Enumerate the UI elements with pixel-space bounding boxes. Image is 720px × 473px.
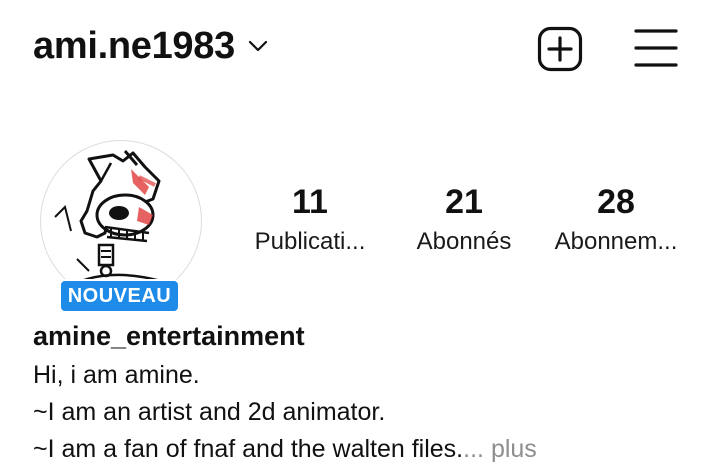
bio-more-link[interactable]: plus bbox=[491, 435, 537, 463]
bio-line-text: ~I am a fan of fnaf and the walten files… bbox=[33, 435, 464, 463]
bio-line: Hi, i am amine. bbox=[33, 361, 200, 389]
following-label: Abonnem... bbox=[554, 228, 678, 255]
followers-count: 21 bbox=[445, 183, 483, 221]
account-switcher[interactable]: ami.ne1983 bbox=[33, 22, 269, 70]
new-badge: NOUVEAU bbox=[59, 279, 180, 313]
posts-label: Publicati... bbox=[254, 228, 366, 255]
display-name: amine_entertainment bbox=[33, 321, 305, 351]
followers-label: Abonnés bbox=[416, 228, 512, 255]
profile-bio: Hi, i am amine. ~I am an artist and 2d a… bbox=[33, 357, 537, 468]
following-count: 28 bbox=[597, 183, 635, 221]
following-stat[interactable]: 28 Abonnem... bbox=[540, 180, 692, 258]
bio-line-last: ~I am a fan of fnaf and the walten files… bbox=[33, 431, 537, 468]
posts-stat[interactable]: 11 Publicati... bbox=[240, 180, 380, 258]
username: ami.ne1983 bbox=[33, 25, 235, 67]
followers-stat[interactable]: 21 Abonnés bbox=[400, 180, 528, 258]
bio-ellipsis: ... bbox=[463, 435, 484, 463]
create-post-button[interactable] bbox=[537, 26, 583, 72]
chevron-down-icon bbox=[247, 39, 269, 58]
hamburger-menu-icon bbox=[634, 29, 678, 67]
bio-line: ~I am an artist and 2d animator. bbox=[33, 398, 386, 426]
avatar-drawing bbox=[54, 150, 192, 298]
plus-square-icon bbox=[537, 26, 583, 72]
profile-avatar[interactable] bbox=[40, 140, 202, 302]
profile-header: ami.ne1983 bbox=[0, 0, 720, 96]
menu-button[interactable] bbox=[633, 26, 679, 72]
posts-count: 11 bbox=[292, 183, 328, 221]
